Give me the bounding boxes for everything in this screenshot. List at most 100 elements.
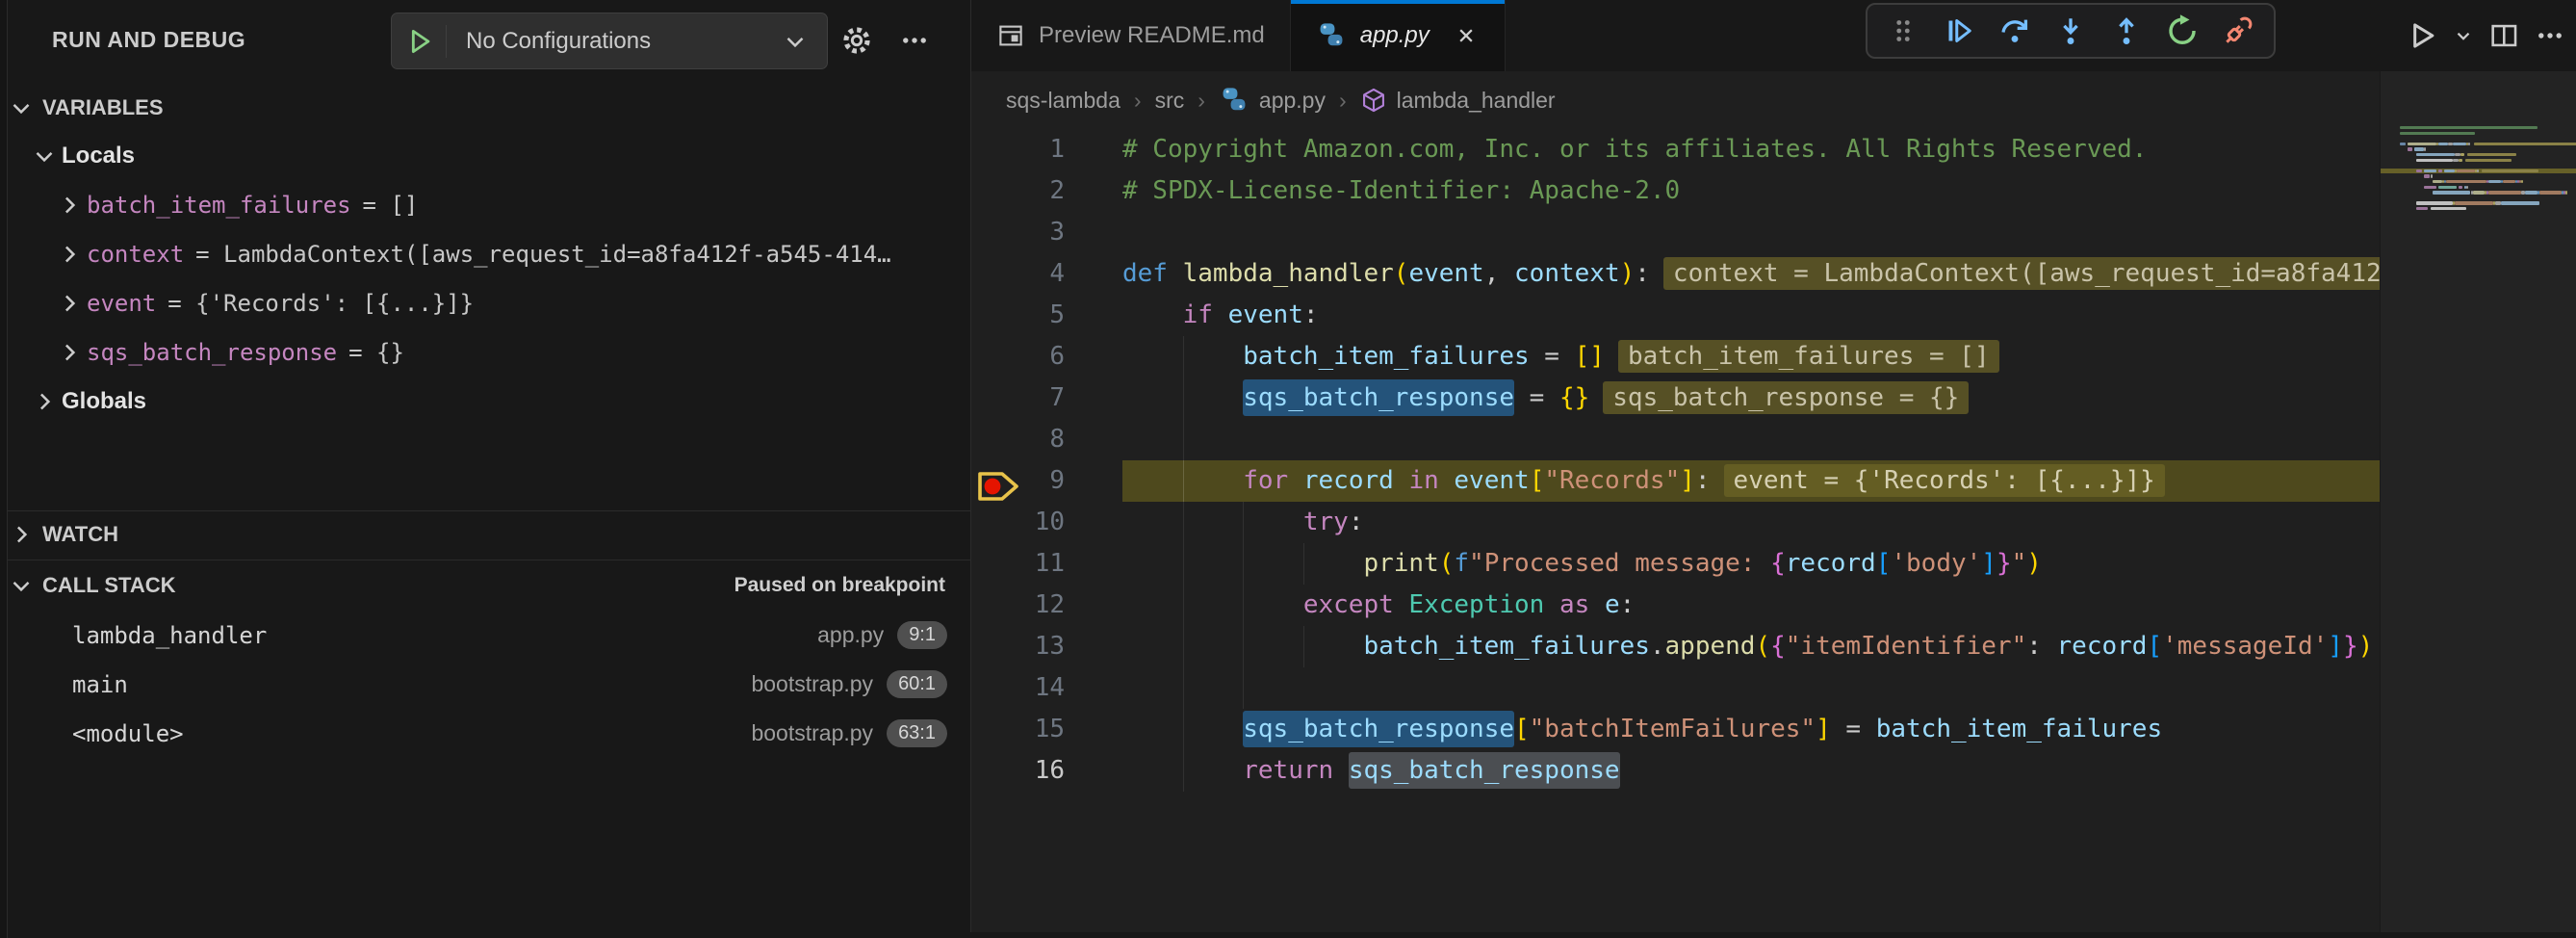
indent-guide — [1303, 543, 1304, 585]
code-line[interactable]: 4def lambda_handler(event, context):cont… — [971, 253, 2381, 295]
stack-frame[interactable]: main bootstrap.py 60:1 — [0, 660, 970, 709]
gutter[interactable]: 13 — [971, 626, 1122, 667]
line-content[interactable]: print(f"Processed message: {record['body… — [1122, 543, 2381, 585]
minimap-segment — [2539, 191, 2562, 194]
call-stack-header-label: CALL STACK — [42, 573, 176, 598]
gutter[interactable]: 14 — [971, 667, 1122, 709]
line-content[interactable]: return sqs_batch_response — [1122, 750, 2381, 792]
variable-row[interactable]: context= LambdaContext([aws_request_id=a… — [0, 229, 970, 278]
step-into-button[interactable] — [2050, 11, 2091, 51]
tab-preview-readme-md[interactable]: Preview README.md — [971, 0, 1291, 71]
gutter[interactable]: 7 — [971, 378, 1122, 419]
gutter[interactable]: 5 — [971, 295, 1122, 336]
code-line[interactable]: 16 return sqs_batch_response — [971, 750, 2381, 792]
step-over-button[interactable] — [1995, 11, 2035, 51]
line-number: 10 — [971, 502, 1122, 543]
breadcrumb-item[interactable]: app.py — [1219, 85, 1326, 116]
variables-section-header[interactable]: VARIABLES — [0, 85, 970, 131]
step-out-button[interactable] — [2106, 11, 2147, 51]
code-line[interactable]: 13 batch_item_failures.append({"itemIden… — [971, 626, 2381, 667]
run-dropdown-button[interactable] — [2453, 25, 2474, 46]
gutter[interactable]: 3 — [971, 212, 1122, 253]
gutter[interactable]: 8 — [971, 419, 1122, 460]
code-token: ] — [1816, 715, 1831, 743]
gutter[interactable]: 1 — [971, 129, 1122, 170]
gutter[interactable]: 2 — [971, 170, 1122, 212]
more-actions-icon[interactable] — [893, 19, 936, 62]
code-line[interactable]: 12 except Exception as e: — [971, 585, 2381, 626]
start-debug-icon[interactable] — [392, 25, 447, 58]
line-content[interactable]: batch_item_failures = []batch_item_failu… — [1122, 336, 2381, 378]
code-line[interactable]: 10 try: — [971, 502, 2381, 543]
more-actions-button[interactable] — [2534, 19, 2566, 52]
minimap-column[interactable] — [2380, 71, 2576, 932]
code-line[interactable]: 11 print(f"Processed message: {record['b… — [971, 543, 2381, 585]
line-content[interactable]: sqs_batch_response["batchItemFailures"] … — [1122, 709, 2381, 750]
gutter[interactable]: 12 — [971, 585, 1122, 626]
variable-row[interactable]: event= {'Records': [{...}]} — [0, 278, 970, 327]
line-content[interactable]: try: — [1122, 502, 2381, 543]
variable-row[interactable]: batch_item_failures= [] — [0, 180, 970, 229]
line-content[interactable]: # Copyright Amazon.com, Inc. or its affi… — [1122, 129, 2381, 170]
line-content[interactable]: if event: — [1122, 295, 2381, 336]
minimap[interactable] — [2381, 125, 2576, 318]
line-content[interactable]: # SPDX-License-Identifier: Apache-2.0 — [1122, 170, 2381, 212]
breadcrumb-label: src — [1155, 88, 1185, 114]
split-editor-button[interactable] — [2487, 19, 2520, 52]
code-editor[interactable]: 1# Copyright Amazon.com, Inc. or its aff… — [971, 129, 2381, 938]
minimap-segment — [2488, 191, 2521, 194]
gutter[interactable]: 6 — [971, 336, 1122, 378]
code-line[interactable]: 3 — [971, 212, 2381, 253]
gutter[interactable]: 11 — [971, 543, 1122, 585]
drag-handle[interactable] — [1883, 11, 1923, 51]
disconnect-button[interactable] — [2218, 11, 2258, 51]
line-content[interactable]: def lambda_handler(event, context):conte… — [1122, 253, 2381, 295]
code-line[interactable]: 14 — [971, 667, 2381, 709]
scope-locals[interactable]: Locals — [0, 131, 970, 180]
line-content[interactable] — [1122, 212, 2381, 253]
breadcrumb-item[interactable]: sqs-lambda — [1006, 88, 1121, 114]
code-line[interactable]: 15 sqs_batch_response["batchItemFailures… — [971, 709, 2381, 750]
code-line[interactable]: 5 if event: — [971, 295, 2381, 336]
code-line[interactable]: 1# Copyright Amazon.com, Inc. or its aff… — [971, 129, 2381, 170]
code-line[interactable]: 6 batch_item_failures = []batch_item_fai… — [971, 336, 2381, 378]
breadcrumb-label: sqs-lambda — [1006, 88, 1121, 114]
variable-row[interactable]: sqs_batch_response= {} — [0, 327, 970, 377]
close-icon[interactable] — [1453, 22, 1480, 49]
scope-globals[interactable]: Globals — [0, 377, 970, 426]
line-content[interactable]: sqs_batch_response = {}sqs_batch_respons… — [1122, 378, 2381, 419]
code-token: ) — [1620, 259, 1636, 288]
breadcrumb-item[interactable]: src — [1155, 88, 1185, 114]
code-token: e — [1605, 590, 1620, 619]
gutter[interactable]: 16 — [971, 750, 1122, 792]
code-line[interactable]: 2# SPDX-License-Identifier: Apache-2.0 — [971, 170, 2381, 212]
code-line[interactable]: 7 sqs_batch_response = {}sqs_batch_respo… — [971, 378, 2381, 419]
gutter[interactable]: 15 — [971, 709, 1122, 750]
minimap-segment — [2400, 132, 2475, 135]
restart-button[interactable] — [2162, 11, 2202, 51]
gear-icon[interactable] — [836, 19, 878, 62]
stack-frame[interactable]: lambda_handler app.py 9:1 — [0, 611, 970, 660]
line-content[interactable]: for record in event["Records"]:event = {… — [1122, 460, 2381, 502]
watch-section-header[interactable]: WATCH — [0, 511, 970, 558]
code-token: " — [2012, 549, 2027, 578]
code-token: [ — [2147, 632, 2162, 661]
code-line[interactable]: 8 — [971, 419, 2381, 460]
gutter[interactable]: 9 — [971, 460, 1122, 502]
tab-app-py[interactable]: app.py — [1291, 0, 1506, 71]
continue-button[interactable] — [1939, 11, 1979, 51]
code-line[interactable]: 9 for record in event["Records"]:event =… — [971, 460, 2381, 502]
line-content[interactable]: except Exception as e: — [1122, 585, 2381, 626]
line-content[interactable]: batch_item_failures.append({"itemIdentif… — [1122, 626, 2381, 667]
stack-frame[interactable]: <module> bootstrap.py 63:1 — [0, 709, 970, 758]
gutter[interactable]: 4 — [971, 253, 1122, 295]
breadcrumb-item[interactable]: lambda_handler — [1360, 87, 1556, 114]
launch-configuration-dropdown[interactable]: No Configurations — [391, 13, 828, 69]
gutter[interactable]: 10 — [971, 502, 1122, 543]
line-content[interactable] — [1122, 667, 2381, 709]
run-python-file-button[interactable] — [2403, 17, 2439, 54]
code-token: : — [1695, 466, 1711, 495]
line-content[interactable] — [1122, 419, 2381, 460]
call-stack-section-header[interactable]: CALL STACK Paused on breakpoint — [0, 560, 970, 611]
line-number: 8 — [971, 419, 1122, 460]
